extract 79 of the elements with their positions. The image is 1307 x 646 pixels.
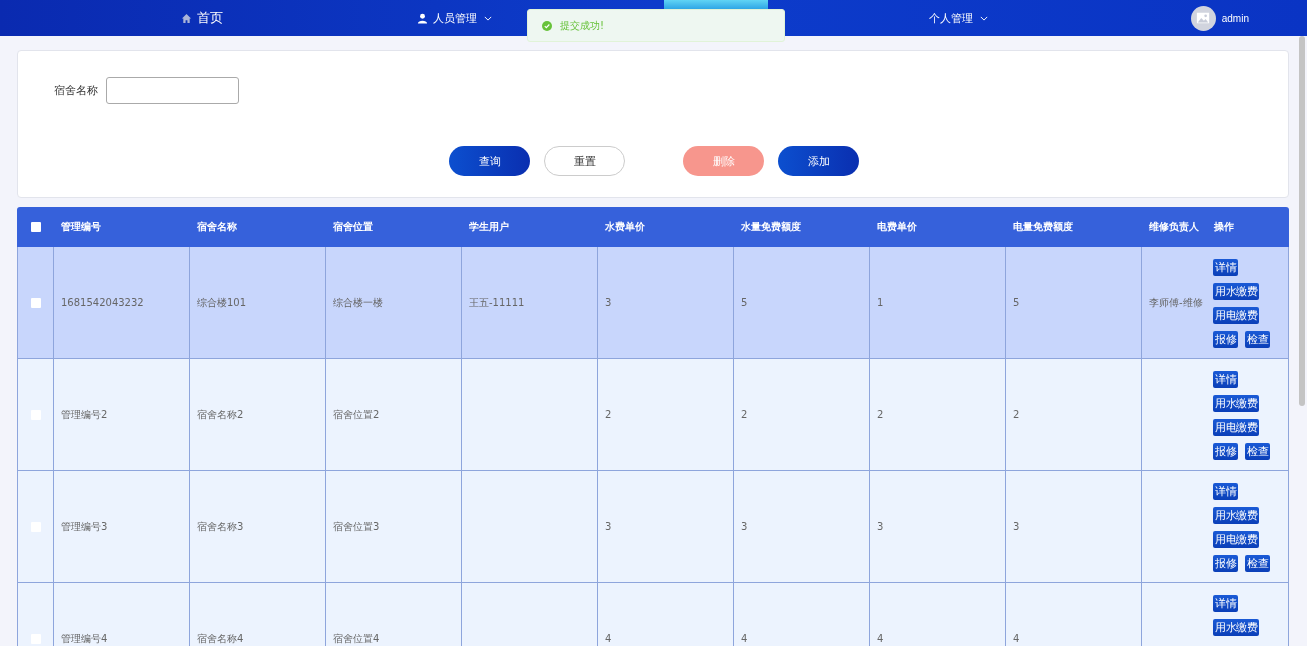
toast-message: 提交成功!	[560, 18, 604, 33]
row-action-button[interactable]: 详情	[1213, 259, 1238, 276]
row-action-button[interactable]: 用电缴费	[1213, 531, 1259, 548]
user-name[interactable]: admin	[1221, 12, 1249, 24]
table-cell: 2	[605, 409, 612, 420]
column-header: 电量免费额度	[1013, 220, 1073, 234]
table-cell: 2	[1013, 409, 1020, 420]
nav-item[interactable]: 个人管理	[928, 10, 988, 26]
action-button[interactable]: 添加	[778, 146, 859, 176]
table-cell: 3	[741, 521, 748, 532]
table-cell: 宿舍名称2	[197, 407, 244, 422]
row-action-button[interactable]: 详情	[1213, 595, 1238, 612]
row-action-button[interactable]: 用水缴费	[1213, 395, 1259, 412]
table-cell: 4	[1013, 633, 1020, 644]
column-header: 宿舍位置	[333, 220, 373, 234]
row-action-button[interactable]: 报修	[1213, 555, 1238, 572]
table-row[interactable]: 管理编号3 宿舍名称3 宿舍位置3 3 3 3 3 详情 用水缴费 用电缴费 报修 检查	[17, 471, 1289, 583]
avatar[interactable]	[1190, 5, 1216, 31]
dorm-name-input[interactable]	[106, 77, 239, 104]
action-button[interactable]: 重置	[544, 146, 625, 176]
row-action-button[interactable]: 检查	[1245, 331, 1270, 348]
scrollbar[interactable]	[1299, 36, 1305, 406]
field-label: 宿舍名称	[54, 83, 98, 98]
row-action-button[interactable]: 用电缴费	[1213, 307, 1259, 324]
column-header: 管理编号	[61, 220, 101, 234]
table-cell: 3	[605, 521, 612, 532]
table-cell: 宿舍位置3	[333, 519, 380, 534]
column-header: 宿舍名称	[197, 220, 237, 234]
row-action-button[interactable]: 用水缴费	[1213, 283, 1259, 300]
row-action-button[interactable]: 报修	[1213, 443, 1238, 460]
check-circle-icon	[542, 20, 552, 31]
row-action-button[interactable]: 详情	[1213, 483, 1238, 500]
table-cell: 4	[877, 633, 884, 644]
table-cell: 管理编号2	[61, 407, 108, 422]
table-cell: 王五-11111	[469, 295, 525, 310]
row-action-button[interactable]: 用水缴费	[1213, 619, 1259, 636]
table-cell: 综合楼101	[197, 295, 247, 310]
table-cell: 3	[1013, 521, 1020, 532]
table-cell: 2	[877, 409, 884, 420]
table-cell: 宿舍位置4	[333, 631, 380, 646]
row-action-button[interactable]: 用电缴费	[1213, 419, 1259, 436]
table-cell: 宿舍名称4	[197, 631, 244, 646]
table-cell: 管理编号4	[61, 631, 108, 646]
table-cell: 2	[741, 409, 748, 420]
nav-item[interactable]: 首页	[181, 9, 223, 27]
table-cell: 1681542043232	[61, 297, 144, 308]
table-cell: 李师傅-维修	[1149, 295, 1203, 310]
select-all-checkbox[interactable]	[30, 222, 41, 232]
column-header: 电费单价	[877, 220, 917, 234]
table-cell: 3	[605, 297, 612, 308]
table-cell: 管理编号3	[61, 519, 108, 534]
table-row[interactable]: 管理编号4 宿舍名称4 宿舍位置4 4 4 4 4 详情 用水缴费	[17, 583, 1289, 646]
row-action-button[interactable]: 详情	[1213, 371, 1238, 388]
table-cell: 宿舍名称3	[197, 519, 244, 534]
action-button[interactable]: 查询	[449, 146, 530, 176]
table-cell: 综合楼一楼	[333, 295, 383, 310]
column-header: 水量免费额度	[741, 220, 801, 234]
table-cell: 4	[605, 633, 612, 644]
row-action-button[interactable]: 检查	[1245, 443, 1270, 460]
column-header: 操作	[1214, 220, 1234, 234]
row-checkbox[interactable]	[30, 297, 41, 308]
table-cell: 3	[877, 521, 884, 532]
table-cell: 1	[877, 297, 884, 308]
home-icon	[181, 12, 192, 24]
column-header: 水费单价	[605, 220, 645, 234]
row-action-button[interactable]: 报修	[1213, 331, 1238, 348]
table-cell: 4	[741, 633, 748, 644]
table-cell: 5	[1013, 297, 1020, 308]
table-cell: 5	[741, 297, 748, 308]
column-header: 学生用户	[469, 220, 509, 234]
image-icon	[1196, 11, 1211, 25]
nav-item[interactable]: 人员管理	[416, 10, 492, 26]
table-row[interactable]: 管理编号2 宿舍名称2 宿舍位置2 2 2 2 2 详情 用水缴费 用电缴费 报修 检查	[17, 359, 1289, 471]
table-cell: 宿舍位置2	[333, 407, 380, 422]
column-header: 维修负责人	[1149, 220, 1199, 234]
table-row[interactable]: 1681542043232 综合楼101 综合楼一楼 王五-11111 3 5 1 5 李师傅-维修 详情 用水缴费 用电缴费 报修 检查	[17, 247, 1289, 359]
row-action-button[interactable]: 用水缴费	[1213, 507, 1259, 524]
row-action-button[interactable]: 检查	[1245, 555, 1270, 572]
user-icon	[416, 12, 428, 24]
